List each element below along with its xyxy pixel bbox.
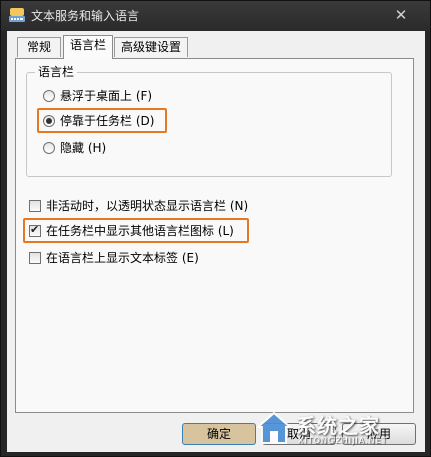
close-button[interactable]: ✕ <box>390 5 412 25</box>
title-bar[interactable]: 文本服务和输入语言 ✕ <box>1 1 430 31</box>
watermark-subtext: XITONGZHIJIA.NET <box>298 436 388 445</box>
checkbox[interactable] <box>29 252 41 264</box>
site-watermark: 系统之家 XITONGZHIJIA.NET <box>256 408 416 448</box>
language-bar-group: 语言栏 悬浮于桌面上 (F) 停靠于任务栏 (D) 隐藏 (H) <box>26 64 392 177</box>
dialog-window: 文本服务和输入语言 ✕ 常规 语言栏 高级键设置 语言栏 悬浮于桌面上 (F) … <box>0 0 431 457</box>
checkbox[interactable] <box>29 200 41 212</box>
highlight-frame <box>37 108 167 133</box>
tab-general[interactable]: 常规 <box>17 37 61 57</box>
house-logo-icon <box>256 411 292 444</box>
watermark-text: 系统之家 <box>296 414 380 438</box>
ok-button[interactable]: 确定 <box>182 423 256 445</box>
tab-advanced-key-settings[interactable]: 高级键设置 <box>114 37 188 57</box>
group-label: 语言栏 <box>35 64 78 80</box>
keyboard-app-icon <box>9 8 25 22</box>
tab-panel-language-bar: 语言栏 悬浮于桌面上 (F) 停靠于任务栏 (D) 隐藏 (H) 非活动时，以透… <box>15 58 414 413</box>
tab-language-bar[interactable]: 语言栏 <box>63 35 113 59</box>
radio-label: 悬浮于桌面上 (F) <box>60 89 153 103</box>
radio-button[interactable] <box>43 142 55 154</box>
window-title: 文本服务和输入语言 <box>31 9 140 23</box>
radio-label: 隐藏 (H) <box>60 141 107 155</box>
highlight-frame <box>23 218 249 243</box>
checkbox-label: 在语言栏上显示文本标签 (E) <box>46 251 199 265</box>
radio-button[interactable] <box>43 90 55 102</box>
checkbox-label: 非活动时，以透明状态显示语言栏 (N) <box>46 199 249 213</box>
dialog-body: 常规 语言栏 高级键设置 语言栏 悬浮于桌面上 (F) 停靠于任务栏 (D) 隐… <box>7 31 425 452</box>
